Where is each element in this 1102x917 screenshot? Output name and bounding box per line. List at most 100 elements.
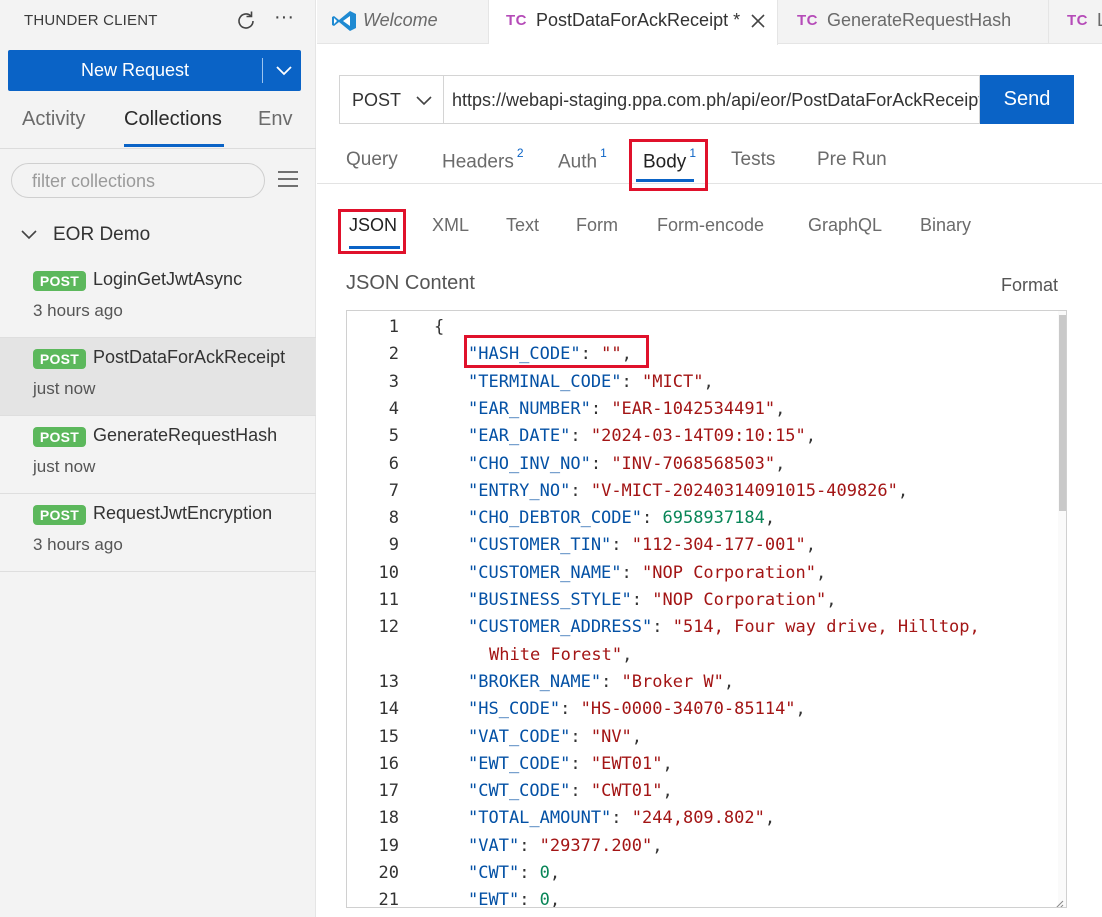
request-item-request-jwt-encryption[interactable]: POST RequestJwtEncryption 3 hours ago: [0, 494, 316, 572]
json-content-title: JSON Content: [346, 272, 475, 294]
code-text: "EAR_DATE": "2024-03-14T09:10:15",: [468, 426, 817, 447]
highlight-box-hash-code: [464, 335, 649, 368]
tab-label: Welcome: [363, 10, 438, 30]
line-number: 3: [388, 371, 399, 392]
code-text: "BROKER_NAME": "Broker W",: [468, 671, 735, 692]
line-number: 17: [378, 781, 399, 802]
request-time: 3 hours ago: [33, 535, 123, 554]
line-number: 5: [388, 426, 399, 447]
code-line: 15 "VAT_CODE": "NV",: [347, 723, 1058, 750]
json-editor[interactable]: 1{2 "HASH_CODE": "", 3 "TERMINAL_CODE": "MI…: [346, 310, 1067, 908]
code-line: 20 "CWT": 0,: [347, 859, 1058, 886]
code-line: 1{: [347, 313, 1058, 340]
collection-eor-demo[interactable]: EOR Demo: [0, 216, 316, 256]
line-number: 13: [378, 671, 399, 692]
code-line: 4 "EAR_NUMBER": "EAR-1042534491",: [347, 395, 1058, 422]
tab-tests[interactable]: Tests: [731, 149, 775, 171]
url-text: https://webapi-staging.ppa.com.ph/api/eo…: [452, 90, 980, 110]
method-select[interactable]: POST: [339, 75, 443, 124]
tab-query[interactable]: Query: [346, 149, 398, 171]
tab-activity[interactable]: Activity: [22, 108, 85, 131]
button-divider: [262, 58, 263, 83]
code-text: "CUSTOMER_NAME": "NOP Corporation",: [468, 562, 827, 583]
tab-overflow[interactable]: TC L: [1049, 0, 1102, 44]
url-input[interactable]: https://webapi-staging.ppa.com.ph/api/eo…: [443, 75, 980, 124]
tab-headers-label: Headers: [442, 151, 514, 173]
code-text: "VAT_CODE": "NV",: [468, 726, 643, 747]
code-text: "BUSINESS_STYLE": "NOP Corporation",: [468, 590, 837, 610]
code-text: White Forest",: [489, 644, 633, 665]
tab-env[interactable]: Env: [258, 108, 292, 131]
thunder-client-icon: TC: [797, 12, 818, 29]
tab-xml[interactable]: XML: [432, 215, 469, 236]
tab-form-encode[interactable]: Form-encode: [657, 215, 764, 236]
post-badge: POST: [33, 505, 86, 525]
tab-welcome[interactable]: Welcome: [317, 0, 489, 44]
line-number: 4: [388, 398, 399, 419]
line-number: 19: [378, 835, 399, 856]
code-text: "EWT": 0,: [468, 890, 561, 908]
scrollbar-thumb[interactable]: [1059, 315, 1066, 511]
code-line: White Forest",: [347, 641, 1058, 668]
new-request-button[interactable]: New Request: [8, 50, 301, 91]
code-text: "CHO_INV_NO": "INV-7068568503",: [468, 453, 786, 474]
post-badge: POST: [33, 271, 86, 291]
code-text: "ENTRY_NO": "V-MICT-20240314091015-40982…: [468, 480, 909, 501]
sidebar-header: THUNDER CLIENT ···: [0, 0, 316, 42]
chevron-down-icon[interactable]: [20, 226, 38, 244]
sidebar: THUNDER CLIENT ··· New Request Activity …: [0, 0, 316, 917]
line-number: 16: [378, 753, 399, 774]
tab-binary[interactable]: Binary: [920, 215, 971, 236]
send-button[interactable]: Send: [980, 75, 1074, 124]
active-tab-indicator: [124, 144, 224, 147]
code-text: "HS_CODE": "HS-0000-34070-85114",: [468, 699, 806, 720]
divider: [0, 148, 316, 149]
highlight-box-body-tab: [629, 139, 708, 191]
request-name: PostDataForAckReceipt: [93, 347, 286, 367]
line-number: 9: [388, 535, 399, 556]
tab-form[interactable]: Form: [576, 215, 618, 236]
code-text: "TERMINAL_CODE": "MICT",: [468, 371, 714, 392]
code-line: 6 "CHO_INV_NO": "INV-7068568503",: [347, 450, 1058, 477]
request-name: LoginGetJwtAsync: [93, 269, 243, 289]
close-icon[interactable]: [747, 10, 769, 32]
chevron-down-icon[interactable]: [270, 58, 298, 83]
code-text: "CUSTOMER_ADDRESS": "514, Four way drive…: [468, 617, 980, 638]
request-item-login-get-jwt-async[interactable]: POST LoginGetJwtAsync 3 hours ago: [0, 260, 316, 338]
code-line: 17 "CWT_CODE": "CWT01",: [347, 777, 1058, 804]
tab-headers[interactable]: Headers 2: [442, 146, 524, 173]
line-number: 8: [388, 508, 399, 529]
request-url-row: POST https://webapi-staging.ppa.com.ph/a…: [339, 75, 1074, 124]
menu-icon[interactable]: [277, 168, 299, 190]
tab-auth-label: Auth: [558, 151, 598, 173]
request-name: RequestJwtEncryption: [93, 503, 273, 523]
filter-field[interactable]: [11, 163, 265, 198]
more-icon[interactable]: ···: [270, 6, 298, 32]
tab-post-data-for-ack-receipt[interactable]: TC PostDataForAckReceipt *: [489, 0, 778, 45]
refresh-icon[interactable]: [233, 8, 259, 34]
request-item-post-data-for-ack-receipt[interactable]: POST PostDataForAckReceipt just now: [0, 338, 316, 416]
tab-graphql[interactable]: GraphQL: [808, 215, 882, 236]
code-line: 5 "EAR_DATE": "2024-03-14T09:10:15",: [347, 422, 1058, 449]
tab-collections[interactable]: Collections: [124, 108, 222, 131]
format-button[interactable]: Format: [1001, 275, 1058, 296]
code-line: 3 "TERMINAL_CODE": "MICT",: [347, 368, 1058, 395]
code-line: 7 "ENTRY_NO": "V-MICT-20240314091015-4098…: [347, 477, 1058, 504]
tab-pre-run[interactable]: Pre Run: [817, 149, 887, 171]
code-text: "CUSTOMER_TIN": "112-304-177-001",: [468, 535, 817, 556]
request-time: just now: [33, 379, 96, 398]
method-label: POST: [352, 90, 402, 110]
code-line: 14 "HS_CODE": "HS-0000-34070-85114",: [347, 695, 1058, 722]
code-text: "TOTAL_AMOUNT": "244,809.802",: [468, 808, 776, 829]
request-item-generate-request-hash[interactable]: POST GenerateRequestHash just now: [0, 416, 316, 494]
filter-collections-input[interactable]: [32, 169, 252, 193]
highlight-box-json-tab: [338, 209, 406, 254]
vscode-icon: [331, 10, 357, 32]
tab-auth[interactable]: Auth 1: [558, 146, 607, 173]
tab-pre-run-label: Pre Run: [817, 149, 887, 170]
tab-text[interactable]: Text: [506, 215, 539, 236]
tab-generate-request-hash[interactable]: TC GenerateRequestHash: [778, 0, 1049, 44]
request-name: GenerateRequestHash: [93, 425, 278, 445]
line-number: 2: [388, 344, 399, 365]
code-text: "CWT_CODE": "CWT01",: [468, 781, 673, 802]
